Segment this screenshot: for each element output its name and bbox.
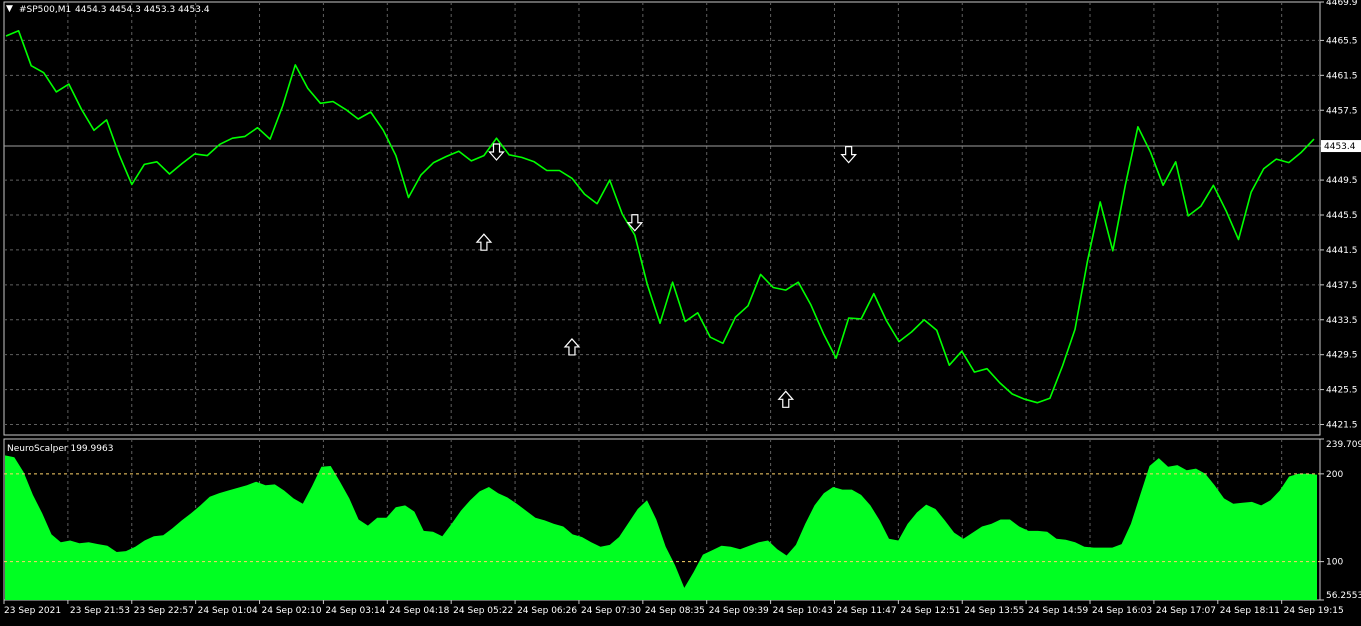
symbol-menu-triangle-icon[interactable]: ▼ — [6, 4, 13, 14]
time-tick-label: 24 Sep 01:04 — [198, 606, 258, 616]
indicator-tick-label: 239.7099 — [1326, 440, 1361, 450]
time-tick-label: 24 Sep 17:07 — [1156, 606, 1216, 616]
time-tick-label: 24 Sep 09:39 — [709, 606, 769, 616]
time-tick-label: 24 Sep 11:47 — [836, 606, 896, 616]
chart-canvas: 4469.9 4465.5 4461.5 4457.5 4449.5 4445.5 4441… — [0, 0, 1361, 626]
time-tick-label: 24 Sep 03:14 — [325, 606, 385, 616]
price-tick-label: 4429.5 — [1326, 351, 1358, 361]
symbol-label: #SP500,M1 — [19, 5, 71, 15]
time-tick-label: 24 Sep 08:35 — [645, 606, 705, 616]
time-tick-label: 24 Sep 02:10 — [262, 606, 322, 616]
price-tick-label: 4465.5 — [1326, 36, 1358, 46]
time-tick-label: 24 Sep 12:51 — [900, 606, 960, 616]
time-tick-label: 24 Sep 07:30 — [581, 606, 641, 616]
indicator-label: NeuroScalper 199.9963 — [7, 444, 113, 454]
time-tick-label: 24 Sep 10:43 — [773, 606, 833, 616]
time-tick-label: 24 Sep 14:59 — [1028, 606, 1088, 616]
time-tick-label: 24 Sep 05:22 — [453, 606, 513, 616]
price-tick-label: 4421.5 — [1326, 421, 1358, 431]
indicator-tick-label: 100 — [1326, 558, 1343, 568]
ohlc-readout: 4454.3 4454.3 4453.3 4453.4 — [75, 5, 210, 15]
price-tick-label: 4445.5 — [1326, 211, 1358, 221]
current-price-label: 4453.4 — [1324, 142, 1356, 152]
time-tick-label: 24 Sep 18:11 — [1220, 606, 1280, 616]
price-tick-label: 4461.5 — [1326, 71, 1358, 81]
time-tick-label: 23 Sep 2021 — [4, 606, 61, 616]
price-tick-label: 4425.5 — [1326, 386, 1358, 396]
price-tick-label: 4437.5 — [1326, 281, 1358, 291]
time-tick-label: 23 Sep 21:53 — [70, 606, 130, 616]
time-tick-label: 24 Sep 13:55 — [964, 606, 1024, 616]
price-tick-label: 4457.5 — [1326, 106, 1358, 116]
price-tick-label: 4441.5 — [1326, 246, 1358, 256]
indicator-tick-label: 56.2553 — [1326, 591, 1361, 601]
price-tick-label: 4469.9 — [1326, 0, 1358, 8]
time-tick-label: 24 Sep 06:26 — [517, 606, 577, 616]
price-tick-label: 4449.5 — [1326, 176, 1358, 186]
time-tick-label: 24 Sep 16:03 — [1092, 606, 1152, 616]
price-tick-label: 4433.5 — [1326, 316, 1358, 326]
time-tick-label: 23 Sep 22:57 — [134, 606, 194, 616]
time-tick-label: 24 Sep 04:18 — [389, 606, 449, 616]
indicator-tick-label: 200 — [1326, 470, 1343, 480]
time-tick-label: 24 Sep 19:15 — [1284, 606, 1344, 616]
